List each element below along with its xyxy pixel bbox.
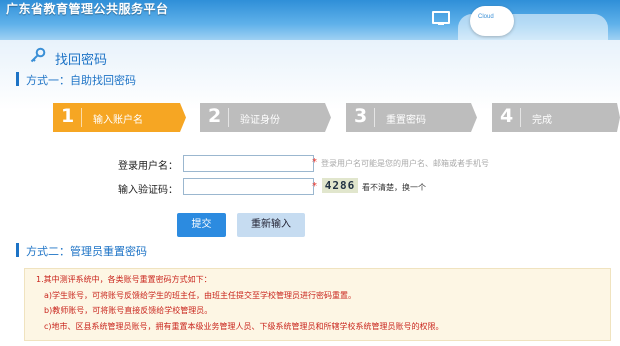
step-divider — [374, 108, 375, 127]
username-label: 登录用户名： — [118, 161, 178, 172]
required-mark: * — [312, 157, 317, 168]
step-number: 4 — [500, 105, 514, 127]
method-two-heading: 方式二：管理员重置密码 — [26, 245, 147, 258]
captcha-input[interactable] — [183, 178, 314, 195]
step-divider — [520, 108, 521, 127]
username-hint: 登录用户名可能是您的用户名、邮箱或者手机号 — [321, 159, 489, 168]
notice-line: b)教师账号，可将账号直接反馈给学校管理员。 — [44, 306, 213, 315]
step-3: 3 重置密码 — [346, 103, 474, 132]
captcha-image[interactable]: 4286 — [322, 178, 358, 193]
required-mark: * — [312, 181, 317, 192]
captcha-label: 输入验证码： — [118, 185, 178, 196]
step-divider — [228, 108, 229, 127]
step-label: 重置密码 — [386, 115, 426, 126]
step-2: 2 验证身份 — [200, 103, 328, 132]
reset-button[interactable]: 重新输入 — [237, 213, 305, 237]
notice-line: c)地市、区县系统管理员账号，拥有重置本级业务管理人员、下级系统管理员和所辖学校… — [44, 322, 444, 331]
submit-button[interactable]: 提交 — [177, 213, 226, 237]
step-number: 3 — [354, 105, 368, 127]
step-number: 1 — [61, 105, 75, 127]
step-label: 验证身份 — [240, 115, 280, 126]
notice-line: a)学生账号，可将账号反馈给学生的班主任，由班主任提交至学校管理员进行密码重置。 — [44, 291, 357, 300]
notice-line: 1.其中测评系统中，各类账号重置密码方式如下： — [36, 275, 212, 284]
step-divider — [81, 108, 82, 127]
step-1: 1 输入账户名 — [53, 103, 183, 132]
step-4: 4 完成 — [492, 103, 618, 132]
step-label: 输入账户名 — [93, 115, 143, 126]
captcha-refresh-link[interactable]: 看不清楚，换一个 — [362, 182, 426, 193]
step-number: 2 — [208, 105, 222, 127]
section-bar — [16, 243, 19, 257]
username-input[interactable] — [183, 155, 314, 172]
step-label: 完成 — [532, 115, 552, 126]
